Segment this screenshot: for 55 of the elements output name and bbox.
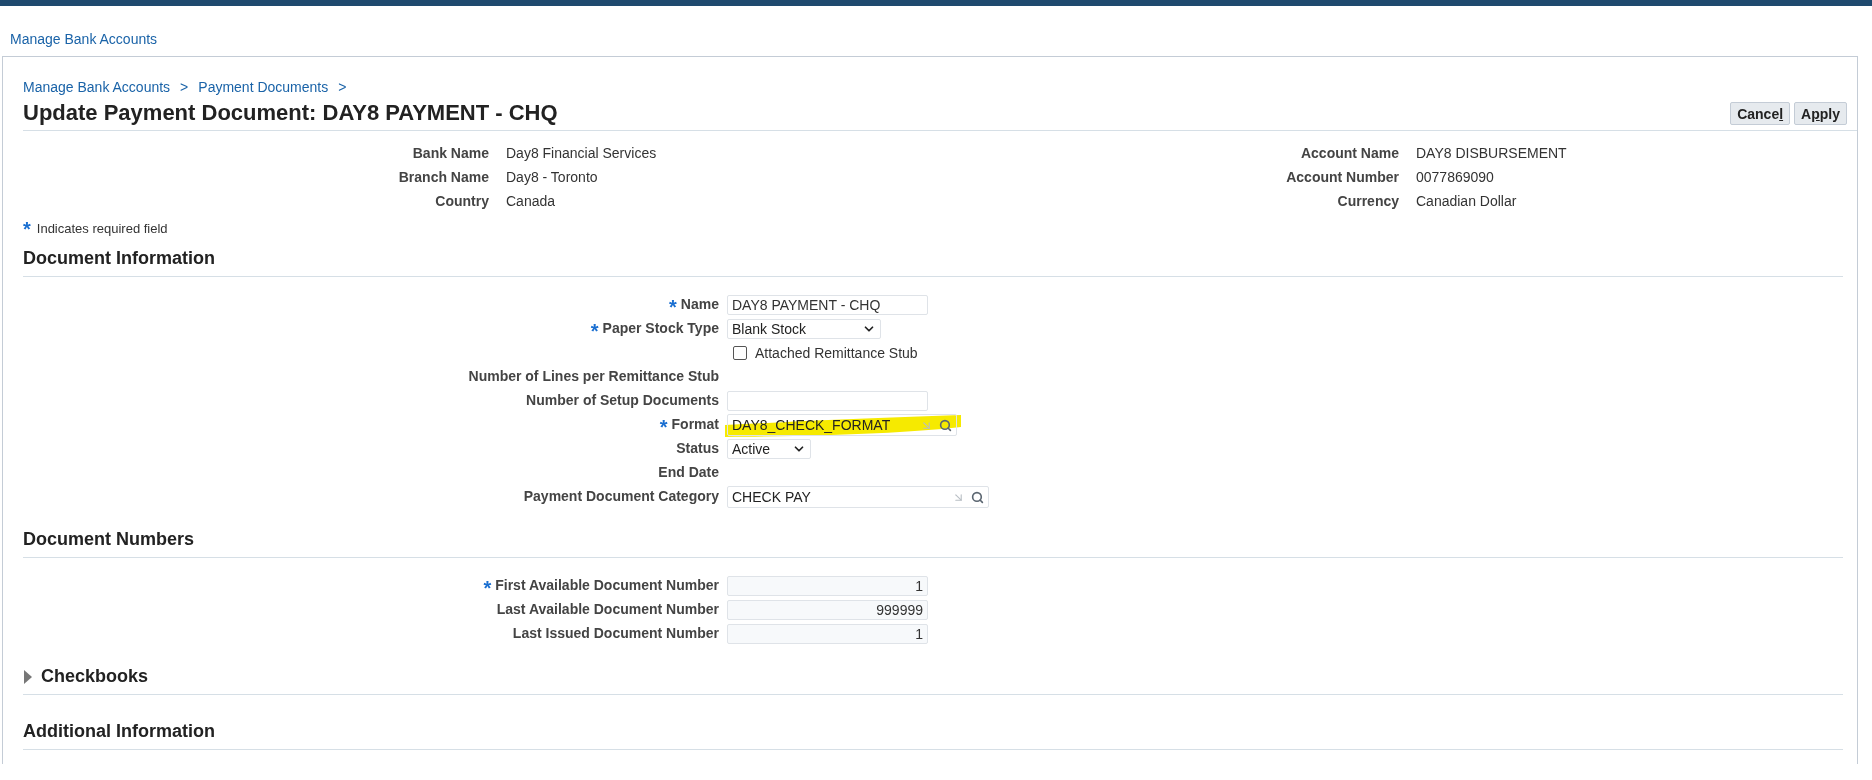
manage-bank-accounts-link[interactable]: Manage Bank Accounts	[10, 31, 158, 47]
text-field[interactable]: DAY8 PAYMENT - CHQ	[727, 295, 928, 315]
field-label: Last Available Document Number	[496, 600, 719, 619]
section-title: Additional Information	[23, 721, 215, 742]
breadcrumb-link[interactable]: Payment Documents	[198, 79, 329, 95]
dropdown-field[interactable]: Blank Stock	[727, 319, 881, 339]
field-label: First Available Document Number	[495, 576, 719, 595]
field-label: Branch Name	[397, 168, 489, 187]
number-field[interactable]: 1	[727, 624, 928, 644]
checkbox-label: Attached Remittance Stub	[755, 344, 918, 363]
text-field[interactable]	[727, 391, 928, 411]
field-label: Country	[434, 192, 489, 211]
field-label: Number of Setup Documents	[526, 391, 719, 410]
collapse-triangle-icon[interactable]	[23, 669, 33, 684]
field-label: End Date	[658, 463, 719, 482]
field-value: 0077869090	[1416, 168, 1495, 187]
page-title: Update Payment Document: DAY8 PAYMENT - CHQ	[23, 100, 558, 126]
number-field[interactable]: 1	[727, 576, 928, 596]
field-label: Status	[676, 439, 719, 458]
field-label: Format	[671, 415, 719, 434]
field-label: Account Name	[1299, 144, 1399, 163]
apply-button[interactable]: Apply	[1794, 102, 1847, 125]
required-asterisk: *	[483, 581, 492, 595]
field-value: Canada	[506, 192, 557, 211]
required-asterisk: *	[659, 420, 668, 434]
search-icon[interactable]	[971, 490, 984, 504]
lookup-field[interactable]: CHECK PAY	[727, 486, 989, 508]
field-value: Canadian Dollar	[1416, 192, 1518, 211]
checkbox[interactable]	[733, 346, 747, 360]
field-label: Paper Stock Type	[602, 319, 719, 338]
field-value: Day8 - Toronto	[506, 168, 599, 187]
required-asterisk: *	[23, 222, 31, 236]
section-title: Checkbooks	[41, 666, 149, 687]
field-value: Day8 Financial Services	[506, 144, 658, 163]
field-label: Last Issued Document Number	[512, 624, 719, 643]
required-asterisk: *	[669, 300, 677, 314]
cancel-button[interactable]: Cancel	[1730, 102, 1791, 125]
field-label: Number of Lines per Remittance Stub	[468, 367, 719, 386]
search-icon[interactable]	[939, 418, 952, 432]
required-asterisk: *	[590, 324, 599, 338]
section-title: Document Information	[23, 248, 215, 269]
field-label: Bank Name	[411, 144, 489, 163]
lookup-field[interactable]: DAY8_CHECK_FORMAT	[727, 414, 957, 436]
breadcrumb-link[interactable]: Manage Bank Accounts	[23, 79, 171, 95]
field-label: Currency	[1336, 192, 1399, 211]
field-label: Account Number	[1285, 168, 1399, 187]
dropdown-field[interactable]: Active	[727, 439, 811, 459]
required-note: Indicates required field	[36, 221, 168, 236]
field-label: Name	[680, 295, 719, 314]
field-value: DAY8 DISBURSEMENT	[1416, 144, 1568, 163]
section-title: Document Numbers	[23, 529, 195, 550]
breadcrumb-separator: >	[338, 79, 347, 95]
field-label: Payment Document Category	[523, 487, 719, 506]
breadcrumb-separator: >	[180, 79, 189, 95]
number-field[interactable]: 999999	[727, 600, 928, 620]
